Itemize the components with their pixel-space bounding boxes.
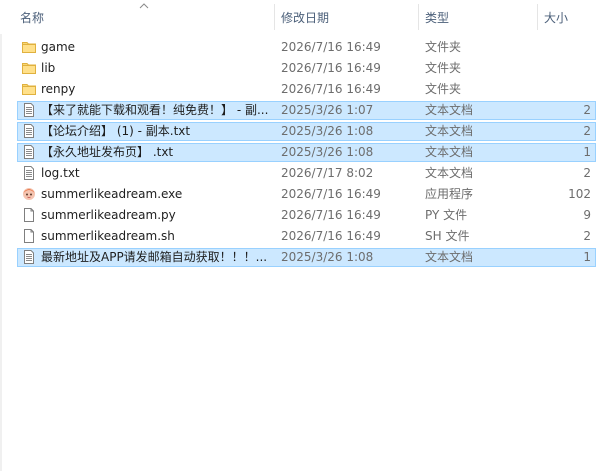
file-modified-date: 2025/3/26 1:07	[281, 103, 374, 117]
blank-file-icon	[21, 228, 37, 244]
folder-icon	[21, 39, 37, 55]
file-row[interactable]: 【论坛介绍】 (1) - 副本.txt 2025/3/26 1:08 文本文档 2	[0, 121, 596, 142]
file-modified-date: 2026/7/16 16:49	[281, 229, 381, 243]
file-size: 2	[583, 124, 591, 138]
file-size: 2	[583, 103, 591, 117]
text-file-icon	[21, 249, 37, 265]
file-size	[541, 58, 591, 79]
file-type: 文本文档	[425, 166, 474, 180]
blank-file-icon	[21, 207, 37, 223]
file-modified-date: 2026/7/16 16:49	[281, 208, 381, 222]
file-name: log.txt	[41, 166, 80, 180]
file-modified-date: 2025/3/26 1:08	[281, 145, 374, 159]
file-name: game	[41, 40, 76, 54]
file-name: summerlikeadream.py	[41, 208, 176, 222]
file-row[interactable]: summerlikeadream.sh 2026/7/16 16:49 SH 文件 2	[0, 226, 596, 247]
file-row[interactable]: lib 2026/7/16 16:49 文件夹	[0, 58, 596, 79]
file-size: 2	[583, 229, 591, 243]
file-row[interactable]: summerlikeadream.py 2026/7/16 16:49 PY 文件 9	[0, 205, 596, 226]
file-name: renpy	[41, 82, 76, 96]
file-modified-date: 2026/7/16 16:49	[281, 187, 381, 201]
text-file-icon	[21, 102, 37, 118]
file-row[interactable]: log.txt 2026/7/17 8:02 文本文档 2	[0, 163, 596, 184]
file-list: game 2026/7/16 16:49 文件夹 lib 2026/7/16 16:4…	[0, 37, 596, 268]
file-type: 文件夹	[425, 61, 462, 75]
file-size: 9	[583, 208, 591, 222]
column-header: 名称 修改日期 类型 大小	[0, 0, 596, 34]
app-exe-icon	[21, 186, 37, 202]
file-row[interactable]: 最新地址及APP请发邮箱自动获取！！！... 2025/3/26 1:08 文本文档…	[0, 247, 596, 268]
header-type[interactable]: 类型	[425, 9, 449, 27]
file-name: 【论坛介绍】 (1) - 副本.txt	[41, 124, 191, 138]
file-modified-date: 2025/3/26 1:08	[281, 250, 374, 264]
folder-icon	[21, 81, 37, 97]
folder-icon	[21, 60, 37, 76]
file-row[interactable]: summerlikeadream.exe 2026/7/16 16:49 应用程序 1…	[0, 184, 596, 205]
file-size: 1	[583, 145, 591, 159]
file-row[interactable]: game 2026/7/16 16:49 文件夹	[0, 37, 596, 58]
text-file-icon	[21, 165, 37, 181]
sort-ascending-icon	[139, 3, 149, 9]
file-modified-date: 2026/7/17 8:02	[281, 166, 374, 180]
file-type: 文本文档	[425, 145, 474, 159]
file-row[interactable]: renpy 2026/7/16 16:49 文件夹	[0, 79, 596, 100]
text-file-icon	[21, 123, 37, 139]
file-row[interactable]: 【永久地址发布页】 .txt 2025/3/26 1:08 文本文档 1	[0, 142, 596, 163]
file-name: 最新地址及APP请发邮箱自动获取！！！...	[41, 250, 268, 264]
column-separator[interactable]	[418, 4, 419, 30]
file-name: 【来了就能下载和观看！纯免费！】 - 副...	[41, 103, 269, 117]
file-modified-date: 2026/7/16 16:49	[281, 40, 381, 54]
file-type: 文件夹	[425, 82, 462, 96]
file-name: 【永久地址发布页】 .txt	[41, 145, 174, 159]
file-name: summerlikeadream.sh	[41, 229, 175, 243]
file-name: summerlikeadream.exe	[41, 187, 183, 201]
file-type: PY 文件	[425, 208, 468, 222]
column-separator[interactable]	[537, 4, 538, 30]
file-name: lib	[41, 61, 56, 75]
file-type: SH 文件	[425, 229, 470, 243]
header-size[interactable]: 大小	[544, 9, 568, 27]
file-size: 102	[568, 187, 591, 201]
file-modified-date: 2025/3/26 1:08	[281, 124, 374, 138]
file-type: 应用程序	[425, 187, 474, 201]
file-type: 文本文档	[425, 250, 474, 264]
header-date[interactable]: 修改日期	[281, 9, 329, 27]
file-modified-date: 2026/7/16 16:49	[281, 61, 381, 75]
file-type: 文本文档	[425, 103, 474, 117]
header-name[interactable]: 名称	[20, 9, 44, 27]
text-file-icon	[21, 144, 37, 160]
file-type: 文本文档	[425, 124, 474, 138]
file-size	[541, 37, 591, 58]
file-size: 1	[583, 250, 591, 264]
file-modified-date: 2026/7/16 16:49	[281, 82, 381, 96]
file-size: 2	[583, 166, 591, 180]
file-type: 文件夹	[425, 40, 462, 54]
column-separator[interactable]	[274, 4, 275, 30]
file-size	[541, 79, 591, 100]
file-row[interactable]: 【来了就能下载和观看！纯免费！】 - 副... 2025/3/26 1:07 文本文…	[0, 100, 596, 121]
